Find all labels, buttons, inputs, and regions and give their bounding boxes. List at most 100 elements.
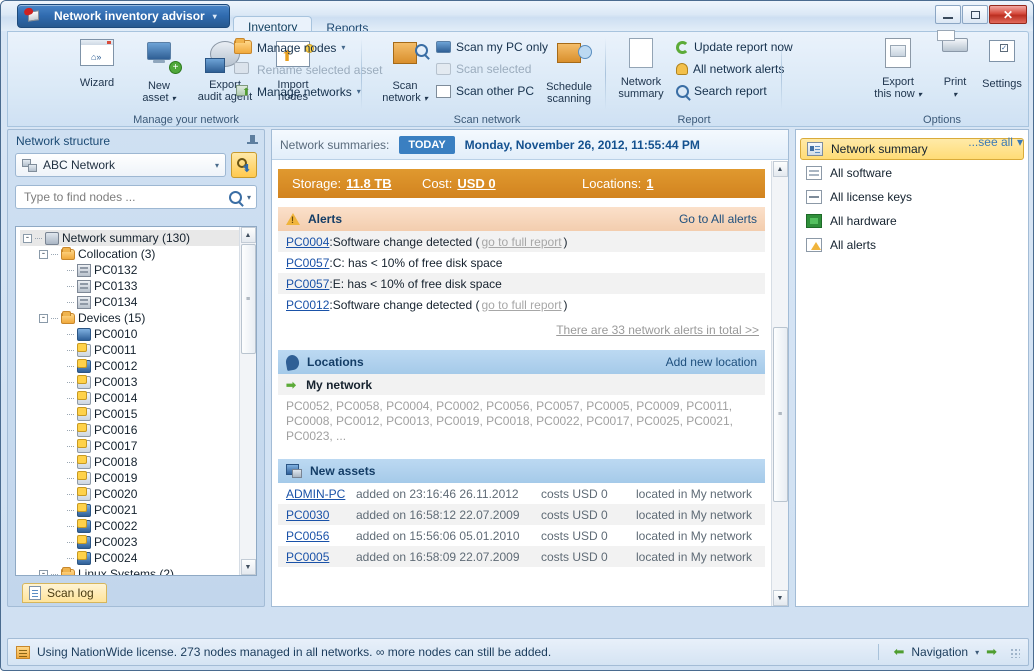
schedule-scanning-button[interactable]: Schedulescanning — [536, 36, 602, 105]
pin-icon[interactable] — [247, 135, 258, 147]
app-menu-button[interactable]: Network inventory advisor ▾ — [17, 4, 230, 28]
tree-node[interactable]: PC0010 — [20, 326, 239, 342]
storage-value[interactable]: 11.8 TB — [346, 176, 392, 191]
new-asset-label: Newasset ▾ — [128, 78, 190, 105]
tree-node[interactable]: - Devices (15) — [20, 310, 239, 326]
tree-node[interactable]: PC0017 — [20, 438, 239, 454]
cost-value[interactable]: USD 0 — [457, 176, 495, 191]
new-asset-button[interactable]: + Newasset ▾ — [128, 36, 190, 105]
tree-node-label: PC0014 — [94, 391, 137, 405]
tree-node[interactable]: PC0011 — [20, 342, 239, 358]
tree-node[interactable]: PC0021 — [20, 502, 239, 518]
search-report-item[interactable]: Search report — [676, 84, 767, 98]
report-list-item[interactable]: All hardware — [800, 210, 1024, 232]
nav-back-icon[interactable]: ⬅ — [893, 644, 904, 660]
tree-node[interactable]: PC0022 — [20, 518, 239, 534]
tree-node-label: PC0012 — [94, 359, 137, 373]
scan-other-pc-item[interactable]: Scan other PC — [436, 84, 534, 98]
manage-networks-item[interactable]: ⬆ Manage networks ▾ — [234, 84, 361, 99]
report-list-item[interactable]: All software — [800, 162, 1024, 184]
tree-node[interactable]: PC0016 — [20, 422, 239, 438]
tree-node[interactable]: PC0014 — [20, 390, 239, 406]
close-button[interactable]: ✕ — [989, 5, 1027, 24]
rename-selected-asset-item[interactable]: Rename selected asset — [234, 62, 382, 77]
tree-node[interactable]: PC0134 — [20, 294, 239, 310]
tree-expander[interactable]: - — [39, 570, 48, 576]
tree-scrollbar[interactable]: ▲ ≡ ▼ — [239, 227, 256, 575]
scroll-thumb[interactable]: ≡ — [773, 327, 788, 502]
alert-node-link[interactable]: PC0012 — [286, 298, 329, 312]
update-report-now-item[interactable]: Update report now — [676, 40, 793, 54]
tree-node[interactable]: -Collocation (3) — [20, 246, 239, 262]
go-to-all-alerts-link[interactable]: Go to All alerts — [679, 212, 757, 226]
all-network-alerts-item[interactable]: All network alerts — [676, 62, 784, 76]
scroll-thumb[interactable]: ≡ — [241, 244, 256, 354]
today-chip[interactable]: TODAY — [399, 136, 454, 154]
locations-value[interactable]: 1 — [646, 176, 653, 191]
resize-grip[interactable] — [1008, 646, 1020, 658]
asset-name-link[interactable]: ADMIN-PC — [286, 487, 345, 501]
navigation-label[interactable]: Navigation — [911, 645, 968, 659]
settings-button[interactable]: ✓ Settings — [978, 36, 1026, 90]
network-summary-button[interactable]: Networksummary — [610, 36, 672, 100]
location-row[interactable]: ➡ My network — [278, 374, 765, 395]
manage-nodes-item[interactable]: Manage nodes ▾ — [234, 40, 345, 55]
report-list-item[interactable]: All alerts — [800, 234, 1024, 256]
scroll-down-button[interactable]: ▼ — [773, 590, 788, 606]
chevron-down-icon[interactable]: ▾ — [247, 193, 251, 202]
tree-node[interactable]: PC0019 — [20, 470, 239, 486]
report-scrollbar[interactable]: ▲ ≡ ▼ — [771, 161, 788, 606]
find-nodes-input[interactable]: Type to find nodes ... ▾ — [15, 185, 257, 209]
tree-node[interactable]: PC0015 — [20, 406, 239, 422]
go-to-full-report-link[interactable]: go to full report — [481, 298, 561, 312]
report-list-item[interactable]: All license keys — [800, 186, 1024, 208]
scan-log-tab[interactable]: Scan log — [22, 583, 107, 603]
export-this-now-button[interactable]: Exportthis now ▾ — [866, 36, 930, 101]
tree-expander[interactable]: - — [39, 250, 48, 259]
tree-node[interactable]: -Linux Systems (2) — [20, 566, 239, 575]
laptop-warn-icon — [77, 360, 91, 373]
tree-node[interactable]: -Network summary (130) — [20, 230, 239, 246]
tree-node[interactable]: PC0133 — [20, 278, 239, 294]
scroll-up-button[interactable]: ▲ — [241, 227, 256, 243]
tree-node[interactable]: PC0023 — [20, 534, 239, 550]
tree-node[interactable]: PC0132 — [20, 262, 239, 278]
tree-node-label: Devices (15) — [78, 311, 145, 325]
asset-added: added on 16:58:09 22.07.2009 — [356, 550, 541, 564]
maximize-button[interactable] — [962, 5, 988, 24]
asset-location: located in My network — [636, 529, 752, 543]
scan-network-button[interactable]: Scannetwork ▾ — [374, 36, 436, 105]
chevron-down-icon[interactable]: ▾ — [975, 648, 979, 657]
alert-node-link[interactable]: PC0004 — [286, 235, 329, 249]
scroll-down-button[interactable]: ▼ — [241, 559, 256, 575]
nav-forward-icon[interactable]: ➡ — [986, 644, 997, 660]
see-all-link[interactable]: ...see all ▾ — [968, 135, 1023, 149]
alert-node-link[interactable]: PC0057 — [286, 256, 329, 270]
alerts-total-link[interactable]: There are 33 network alerts in total >> — [278, 315, 765, 341]
quick-scan-button[interactable]: ⬇ — [231, 152, 257, 178]
wizard-button[interactable]: ⌂» Wizard — [66, 36, 128, 89]
network-tree-list[interactable]: -Network summary (130)-Collocation (3)PC… — [16, 227, 239, 575]
go-to-full-report-link[interactable]: go to full report — [481, 235, 561, 249]
add-new-location-link[interactable]: Add new location — [666, 355, 757, 369]
tree-node[interactable]: PC0013 — [20, 374, 239, 390]
tree-node[interactable]: PC0024 — [20, 550, 239, 566]
scan-my-pc-only-item[interactable]: Scan my PC only — [436, 40, 548, 54]
tree-expander[interactable]: - — [39, 314, 48, 323]
tree-node[interactable]: PC0012 — [20, 358, 239, 374]
tree-node[interactable]: PC0018 — [20, 454, 239, 470]
tree-node[interactable]: PC0020 — [20, 486, 239, 502]
scroll-up-button[interactable]: ▲ — [773, 161, 788, 177]
minimize-button[interactable] — [935, 5, 961, 24]
print-button[interactable]: Print▾ — [932, 36, 978, 101]
asset-name-link[interactable]: PC0030 — [286, 508, 329, 522]
tree-node-label: PC0021 — [94, 503, 137, 517]
tree-expander[interactable]: - — [23, 234, 32, 243]
alert-node-link[interactable]: PC0057 — [286, 277, 329, 291]
asset-name-link[interactable]: PC0056 — [286, 529, 329, 543]
search-icon[interactable] — [229, 191, 242, 204]
alerts-section: Alerts Go to All alerts PC0004 : Softwar… — [278, 207, 765, 341]
scan-selected-item[interactable]: Scan selected — [436, 62, 531, 76]
network-select[interactable]: ABC Network ▾ — [15, 153, 226, 177]
asset-name-link[interactable]: PC0005 — [286, 550, 329, 564]
